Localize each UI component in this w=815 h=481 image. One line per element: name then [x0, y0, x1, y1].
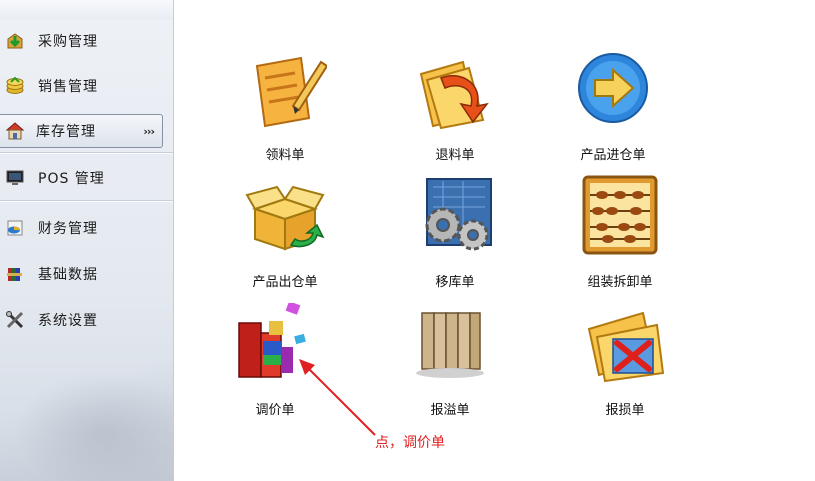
sidebar-header-strip [0, 0, 173, 20]
sidebar-item-pos[interactable]: POS 管理 [0, 162, 165, 194]
sidebar-item-purchase[interactable]: 采购管理 [0, 25, 165, 57]
return-arrow-folder-icon [419, 60, 489, 130]
sidebar-item-label: 系统设置 [38, 313, 98, 329]
blue-arrow-circle-icon [578, 53, 648, 123]
green-arrow-box-icon [4, 30, 26, 52]
tools-icon [4, 309, 26, 331]
folder-red-x-icon [587, 311, 665, 383]
monitor-icon [4, 167, 26, 189]
sidebar-item-label: 库存管理 [36, 124, 96, 140]
finance-chart-icon [4, 217, 26, 239]
sidebar-item-label: POS 管理 [38, 171, 105, 187]
sidebar-watermark [0, 360, 173, 481]
tile-label: 报溢单 [430, 403, 470, 418]
tile-stock-loss[interactable]: 报损单 [555, 303, 695, 423]
sidebar-divider [0, 200, 173, 202]
tile-label: 报损单 [605, 403, 645, 418]
sidebar-item-label: 采购管理 [38, 34, 98, 50]
tile-stock-transfer[interactable]: 移库单 [385, 175, 525, 295]
gears-blueprint-icon [425, 178, 492, 251]
warehouse-house-icon [4, 120, 26, 142]
sidebar-item-sales[interactable]: 销售管理 [0, 70, 165, 102]
open-box-recycle-icon [245, 185, 325, 251]
tile-product-inbound[interactable]: 产品进仓单 [543, 48, 683, 168]
annotation-arrow [299, 359, 376, 436]
sidebar-divider [0, 152, 173, 154]
sidebar-item-label: 销售管理 [38, 79, 98, 95]
tile-label: 移库单 [435, 275, 475, 290]
tile-material-requisition[interactable]: 领料单 [215, 48, 355, 168]
tile-label: 调价单 [255, 403, 295, 418]
sidebar-item-finance[interactable]: 财务管理 [0, 212, 165, 244]
annotation-text: 点，调价单 [375, 435, 445, 451]
sidebar-item-label: 基础数据 [38, 267, 98, 283]
sidebar: 采购管理 销售管理 库存管理 ››› POS 管理 财务管理 基础数据 系统设置 [0, 0, 174, 481]
tile-stock-overflow[interactable]: 报溢单 [380, 303, 520, 423]
sidebar-item-base-data[interactable]: 基础数据 [0, 258, 165, 290]
tile-assembly-disassembly[interactable]: 组装拆卸单 [550, 175, 690, 295]
tile-product-outbound[interactable]: 产品出仓单 [215, 175, 355, 295]
file-folders-icon [416, 312, 484, 378]
archive-books-icon [4, 263, 26, 285]
tile-label: 领料单 [265, 148, 305, 163]
tile-material-return[interactable]: 退料单 [385, 48, 525, 168]
tile-label: 退料单 [435, 148, 475, 163]
abacus-icon [582, 175, 658, 255]
sidebar-item-inventory[interactable]: 库存管理 ››› [0, 114, 163, 148]
tile-label: 产品进仓单 [580, 148, 646, 163]
tile-label: 组装拆卸单 [587, 275, 653, 290]
expand-chevrons-icon: ››› [143, 124, 155, 138]
sidebar-item-label: 财务管理 [38, 221, 98, 237]
sidebar-item-settings[interactable]: 系统设置 [0, 304, 165, 336]
stacked-coins-icon [4, 75, 26, 97]
pencil-notepad-icon [255, 56, 327, 128]
tile-label: 产品出仓单 [252, 275, 318, 290]
